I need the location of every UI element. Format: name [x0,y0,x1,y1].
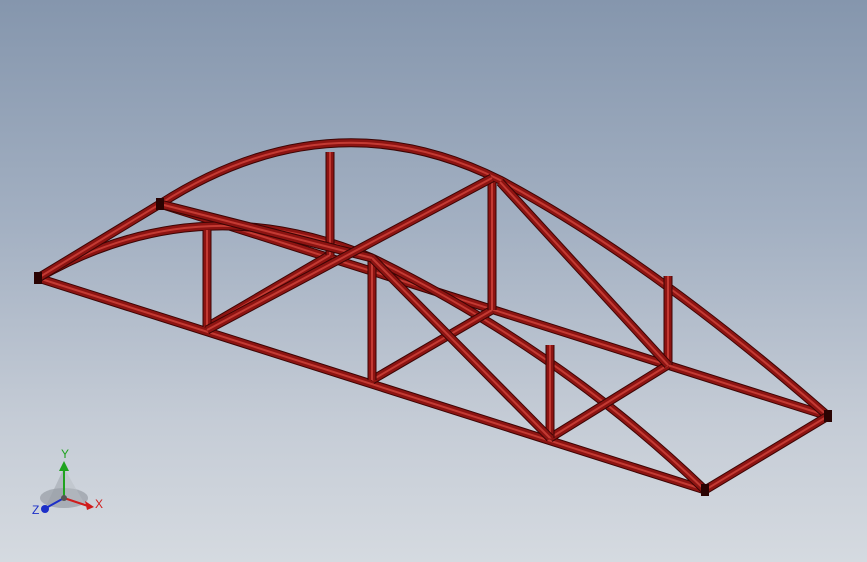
member-end-cap [824,410,832,422]
member-end-cap [34,272,42,284]
right-end-beam-edge [704,415,829,491]
y-axis-label: Y [61,447,69,461]
bridge-truss-model[interactable] [0,0,867,562]
x-axis-arrow [85,501,94,510]
triad-origin [61,495,67,501]
member-end-cap [701,484,709,496]
z-axis-end [41,505,49,513]
y-axis-arrow [59,461,69,471]
x-axis-label: X [95,497,103,511]
z-axis-label: Z [32,503,39,517]
reference-triad: Y X Z [32,447,103,517]
left-end-beam-edge [37,203,161,279]
top-brace-2-edge [206,177,493,331]
graphics-viewport[interactable]: Y X Z [0,0,867,562]
member-end-cap [156,198,164,210]
